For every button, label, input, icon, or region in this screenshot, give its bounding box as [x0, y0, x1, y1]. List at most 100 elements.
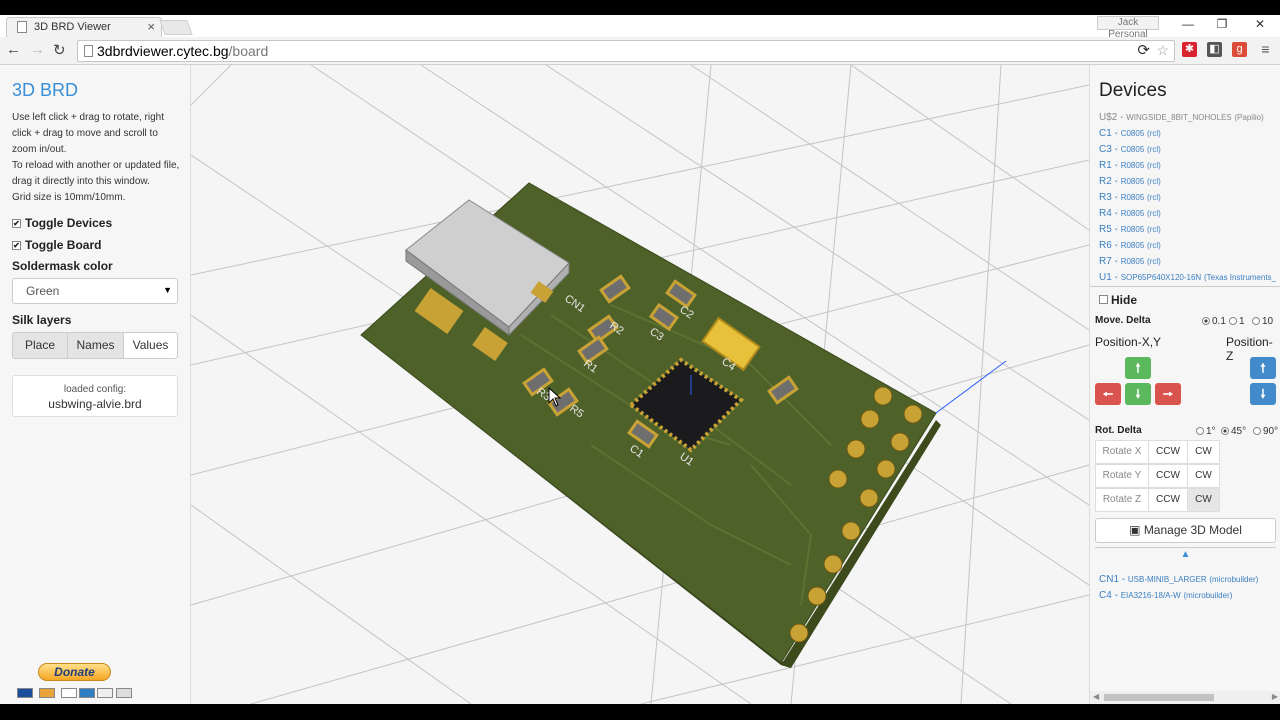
extension-dark-icon[interactable]: ◧ [1207, 42, 1222, 57]
page-icon [84, 45, 93, 57]
dropdown-caret-icon: ▼ [163, 285, 172, 295]
printer-icon: ▣ [1129, 523, 1141, 537]
device-item[interactable]: U$2 - WINGSIDE_8BIT_NOHOLES (Papilio) [1099, 112, 1264, 123]
hide-checkbox[interactable]: Hide [1099, 293, 1137, 307]
device-item[interactable]: R4 - R0805 (rcl) [1099, 208, 1161, 219]
rot-delta-radio[interactable]: 1° [1196, 426, 1216, 437]
minimize-icon[interactable]: — [1178, 17, 1198, 31]
collapse-chevron-icon[interactable]: ▲ [1095, 547, 1276, 563]
device-item[interactable]: U1 - SOP65P640X120-16N (Texas Instrument… [1099, 272, 1276, 283]
move-delta-radio[interactable]: 0.1 [1202, 316, 1226, 327]
radio-icon[interactable] [1252, 317, 1260, 325]
move-delta-radio[interactable]: 1 [1229, 316, 1245, 327]
scroll-right-icon[interactable]: ▶ [1272, 692, 1278, 701]
rotate-z-ccw-button[interactable]: CCW [1148, 488, 1188, 512]
browser-tab[interactable]: 3D BRD Viewer × [6, 17, 162, 37]
rotate-z-row: Rotate Z CCW CW [1095, 488, 1220, 512]
window-close-icon[interactable]: ✕ [1250, 17, 1270, 31]
scroll-left-icon[interactable]: ◀ [1093, 692, 1099, 701]
silk-layers-heading: Silk layers [12, 313, 72, 327]
move-z-up-arrow-icon[interactable]: 🠕 [1250, 357, 1276, 379]
divider [1090, 286, 1280, 287]
device-item[interactable]: R5 - R0805 (rcl) [1099, 224, 1161, 235]
right-panel: Devices U$2 - WINGSIDE_8BIT_NOHOLES (Pap… [1089, 65, 1280, 704]
config-filename: usbwing-alvie.brd [48, 397, 142, 411]
manage-3d-model-button[interactable]: ▣ Manage 3D Model [1095, 518, 1276, 543]
radio-selected-icon[interactable] [1202, 317, 1210, 325]
profile-button[interactable]: Jack Personal [1097, 16, 1159, 40]
radio-selected-icon[interactable] [1221, 427, 1229, 435]
device-item[interactable]: C1 - C0805 (rcl) [1099, 128, 1161, 139]
extension-google-icon[interactable]: g [1232, 42, 1247, 57]
instruction-line: click + drag to move and scroll to [12, 128, 158, 139]
address-bar[interactable]: 3dbrdviewer.cytec.bg/board ⟳ ☆ [77, 40, 1175, 62]
rot-delta-label: Rot. Delta [1095, 425, 1142, 436]
reload-icon[interactable]: ↻ [53, 41, 66, 59]
rotate-x-cw-button[interactable]: CW [1187, 440, 1220, 464]
forward-arrow-icon[interactable]: → [30, 41, 45, 58]
bookmark-star-icon[interactable]: ☆ [1156, 42, 1169, 59]
back-arrow-icon[interactable]: ← [6, 41, 21, 58]
tab-close-icon[interactable]: × [147, 19, 155, 34]
move-left-arrow-icon[interactable]: 🠔 [1095, 383, 1121, 405]
silk-values-button[interactable]: Values [123, 332, 178, 359]
radio-icon[interactable] [1229, 317, 1237, 325]
soldermask-select[interactable]: Green ▼ [12, 278, 178, 304]
instruction-line: drag it directly into this window. [12, 176, 150, 187]
move-down-arrow-icon[interactable]: 🠗 [1125, 383, 1151, 405]
rotate-x-row: Rotate X CCW CW [1095, 440, 1220, 464]
position-xy-label: Position-X,Y [1095, 335, 1162, 349]
browser-toolbar: ← → ↻ 3dbrdviewer.cytec.bg/board ⟳ ☆ ✱ ◧… [0, 37, 1280, 65]
maximize-icon[interactable]: ❐ [1212, 17, 1232, 31]
loaded-config-box: loaded config: usbwing-alvie.brd [12, 375, 178, 417]
url-text: 3dbrdviewer.cytec.bg/board [97, 43, 269, 59]
device-item[interactable]: R7 - R0805 (rcl) [1099, 256, 1161, 267]
horizontal-scrollbar[interactable]: ◀ ▶ [1090, 691, 1280, 704]
rotate-y-ccw-button[interactable]: CCW [1148, 464, 1188, 488]
browser-titlebar: 3D BRD Viewer × Jack Personal — ❐ ✕ [0, 15, 1280, 40]
move-z-down-arrow-icon[interactable]: 🠗 [1250, 383, 1276, 405]
new-tab-button[interactable] [159, 20, 193, 35]
chrome-menu-icon[interactable]: ≡ [1258, 42, 1273, 57]
rotate-x-ccw-button[interactable]: CCW [1148, 440, 1188, 464]
device-item[interactable]: R6 - R0805 (rcl) [1099, 240, 1161, 251]
instruction-line: Grid size is 10mm/10mm. [12, 192, 126, 203]
rotate-y-row: Rotate Y CCW CW [1095, 464, 1220, 488]
silk-names-button[interactable]: Names [67, 332, 124, 359]
device-item[interactable]: R2 - R0805 (rcl) [1099, 176, 1161, 187]
rot-delta-radio[interactable]: 45° [1221, 426, 1246, 437]
3d-viewport[interactable]: CN1 R2 R1 C3 C2 R3 R5 C1 U1 C4 [191, 65, 1089, 704]
rot-delta-radio[interactable]: 90° [1253, 426, 1278, 437]
radio-icon[interactable] [1253, 427, 1261, 435]
move-up-arrow-icon[interactable]: 🠕 [1125, 357, 1151, 379]
instruction-line: zoom in/out. [12, 144, 67, 155]
devices-title: Devices [1099, 80, 1167, 101]
axis-line [935, 360, 1007, 414]
move-delta-radio[interactable]: 10 [1252, 316, 1273, 327]
rotate-y-label: Rotate Y [1095, 464, 1149, 488]
tab-title: 3D BRD Viewer [34, 21, 111, 33]
sync-icon[interactable]: ⟳ [1137, 41, 1150, 59]
page-icon [17, 21, 27, 33]
radio-icon[interactable] [1196, 427, 1204, 435]
scrollbar-thumb[interactable] [1104, 694, 1214, 701]
toggle-devices-checkbox[interactable]: ✔ Toggle Devices [12, 216, 112, 230]
toggle-board-checkbox[interactable]: ✔ Toggle Board [12, 238, 101, 252]
checkbox-checked-icon[interactable]: ✔ [12, 219, 21, 228]
device-item[interactable]: R3 - R0805 (rcl) [1099, 192, 1161, 203]
bank-card-icon [116, 688, 132, 698]
board-render[interactable]: CN1 R2 R1 C3 C2 R3 R5 C1 U1 C4 [191, 65, 1089, 704]
selected-device-item[interactable]: CN1 - USB-MINIB_LARGER (microbuilder) [1099, 574, 1258, 585]
extension-red-icon[interactable]: ✱ [1182, 42, 1197, 57]
donate-button[interactable]: Donate [38, 663, 111, 681]
device-item[interactable]: R1 - R0805 (rcl) [1099, 160, 1161, 171]
rotate-y-cw-button[interactable]: CW [1187, 464, 1220, 488]
device-item[interactable]: C3 - C0805 (rcl) [1099, 144, 1161, 155]
amex-card-icon [79, 688, 95, 698]
checkbox-icon[interactable] [1099, 295, 1108, 304]
checkbox-checked-icon[interactable]: ✔ [12, 241, 21, 250]
move-right-arrow-icon[interactable]: 🠖 [1155, 383, 1181, 405]
rotate-z-cw-button[interactable]: CW [1187, 488, 1220, 512]
silk-place-button[interactable]: Place [12, 332, 68, 359]
selected-device-item[interactable]: C4 - EIA3216-18/A-W (microbuilder) [1099, 590, 1232, 601]
